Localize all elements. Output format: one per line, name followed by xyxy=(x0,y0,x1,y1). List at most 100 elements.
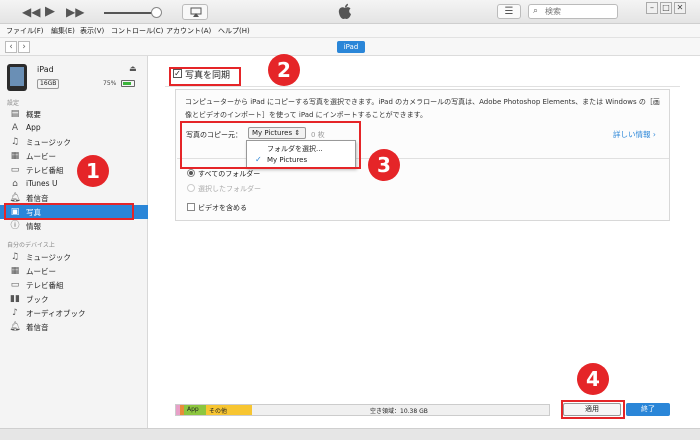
search-field[interactable]: ⌕ xyxy=(528,4,618,19)
audiobook-icon: ♪ xyxy=(12,308,18,318)
free-space-label: 空き領域：10.38 GB xyxy=(370,408,428,415)
back-button[interactable]: ‹ xyxy=(5,41,17,53)
chevron-right-icon: › xyxy=(22,42,26,52)
sidebar-item-device-ringtones[interactable]: 🔔︎ 着信音 xyxy=(0,320,148,334)
sidebar-item-label: オーディオブック xyxy=(26,309,86,318)
nav-bar: ‹ › iPad xyxy=(0,38,700,56)
selected-folders-radio[interactable] xyxy=(187,184,195,192)
menu-controls[interactable]: コントロール(C) xyxy=(111,26,163,36)
play-icon[interactable]: ▶ xyxy=(45,5,55,19)
search-icon: ⌕ xyxy=(533,6,539,16)
airplay-button[interactable] xyxy=(182,4,208,20)
my-device-section-label: 自分のデバイス上 xyxy=(7,242,55,249)
done-button[interactable]: 終了 xyxy=(626,403,670,416)
highlight-sync-photos xyxy=(169,67,241,86)
sidebar-item-label: ミュージック xyxy=(26,253,71,262)
tv-icon: ▭ xyxy=(10,280,20,290)
device-name: iPad xyxy=(37,65,54,74)
sidebar-item-label: 着信音 xyxy=(26,323,49,332)
sidebar-item-label: テレビ番組 xyxy=(26,281,64,290)
chevron-left-icon: ‹ xyxy=(9,42,13,52)
sync-photos-header: ✓ 写真を同期 xyxy=(165,63,680,87)
menu-help[interactable]: ヘルプ(H) xyxy=(218,26,250,36)
battery-percent: 75% xyxy=(103,80,117,87)
callout-3: 3 xyxy=(368,149,400,181)
sidebar-item-label: テレビ番組 xyxy=(26,166,64,175)
sidebar-item-app[interactable]: A App xyxy=(0,121,148,135)
sidebar-item-device-audiobooks[interactable]: ♪ オーディオブック xyxy=(0,306,148,320)
include-videos-checkbox[interactable] xyxy=(187,203,195,211)
menu-bar: ファイル(F) 編集(E) 表示(V) コントロール(C) アカウント(A) ヘ… xyxy=(0,24,700,38)
sidebar-item-tv[interactable]: ▭ テレビ番組 xyxy=(0,163,148,177)
capacity-badge: 16GB xyxy=(37,79,60,89)
photo-sync-description: コンピューターから iPad にコピーする写真を選択できます。iPad のカメラ… xyxy=(185,98,660,119)
sidebar-item-music[interactable]: ♫ ミュージック xyxy=(0,135,148,149)
all-folders-label[interactable]: すべてのフォルダー xyxy=(198,169,260,179)
volume-slider[interactable] xyxy=(104,12,158,14)
highlight-copy-from xyxy=(180,121,361,169)
info-icon: ⓘ xyxy=(10,221,20,231)
menu-edit[interactable]: 編集(E) xyxy=(51,26,75,36)
music-icon: ♫ xyxy=(10,137,20,147)
sidebar-item-device-music[interactable]: ♫ ミュージック xyxy=(0,250,148,264)
status-bar xyxy=(0,428,700,440)
all-folders-radio[interactable] xyxy=(187,169,195,177)
sidebar-item-label: 概要 xyxy=(26,110,41,119)
sidebar-item-label: ムービー xyxy=(26,267,56,276)
sidebar-item-device-tv[interactable]: ▭ テレビ番組 xyxy=(0,278,148,292)
storage-segment-other: その他 xyxy=(206,405,252,415)
storage-segment-other-label: その他 xyxy=(209,408,228,415)
details-link[interactable]: 詳しい情報 › xyxy=(613,129,656,140)
storage-segment-app-label: App xyxy=(187,406,199,413)
selected-folders-label[interactable]: 選択したフォルダー xyxy=(198,184,261,194)
book-icon: ▮▮ xyxy=(10,294,20,304)
highlight-apply xyxy=(561,400,625,419)
close-button[interactable]: ✕ xyxy=(674,2,686,14)
ringtone-icon: 🔔︎ xyxy=(9,322,21,332)
menu-account[interactable]: アカウント(A) xyxy=(166,26,211,36)
sidebar-item-device-books[interactable]: ▮▮ ブック xyxy=(0,292,148,306)
eject-icon[interactable]: ⏏ xyxy=(129,64,137,73)
settings-section-label: 設定 xyxy=(7,100,20,107)
menu-view[interactable]: 表示(V) xyxy=(80,26,104,36)
sidebar-item-label: ムービー xyxy=(26,152,56,161)
search-input[interactable] xyxy=(545,6,615,17)
music-icon: ♫ xyxy=(10,252,20,262)
list-icon: ☰ xyxy=(504,6,514,17)
callout-4: 4 xyxy=(577,363,609,395)
include-videos-label[interactable]: ビデオを含める xyxy=(198,203,247,213)
forward-button[interactable]: › xyxy=(18,41,30,53)
sidebar-item-movies[interactable]: ▦ ムービー xyxy=(0,149,148,163)
details-link-label: 詳しい情報 xyxy=(613,130,651,139)
sidebar-item-summary[interactable]: ▤ 概要 xyxy=(0,107,148,121)
sidebar-item-label: 情報 xyxy=(26,222,41,231)
sidebar-item-label: iTunes U xyxy=(26,179,58,188)
sidebar: iPad ⏏ 16GB 75% 設定 ▤ 概要 A App ♫ ミュージック ▦… xyxy=(0,56,148,428)
volume-knob[interactable] xyxy=(151,7,162,18)
storage-bar: App その他 空き領域：10.38 GB xyxy=(175,404,550,416)
callout-2: 2 xyxy=(268,54,300,86)
sidebar-item-info[interactable]: ⓘ 情報 xyxy=(0,219,148,233)
sidebar-item-label: ミュージック xyxy=(26,138,71,147)
rewind-icon[interactable]: ◀◀ xyxy=(22,5,40,19)
storage-segment-app: App xyxy=(184,405,206,415)
movie-icon: ▦ xyxy=(10,151,20,161)
list-view-button[interactable]: ☰ xyxy=(497,4,521,19)
sidebar-item-device-movies[interactable]: ▦ ムービー xyxy=(0,264,148,278)
fast-forward-icon[interactable]: ▶▶ xyxy=(66,5,84,19)
chevron-right-icon: › xyxy=(652,130,656,139)
airplay-icon xyxy=(190,7,202,17)
player-toolbar: ◀◀ ▶ ▶▶ ☰ ⌕ – □ ✕ xyxy=(0,0,700,24)
maximize-button[interactable]: □ xyxy=(660,2,672,14)
device-tab[interactable]: iPad xyxy=(337,41,365,53)
minimize-button[interactable]: – xyxy=(646,2,658,14)
menu-file[interactable]: ファイル(F) xyxy=(6,26,44,36)
ipad-device-icon xyxy=(7,64,27,91)
movie-icon: ▦ xyxy=(10,266,20,276)
battery-icon xyxy=(121,80,135,87)
highlight-photos xyxy=(4,203,134,220)
tv-icon: ▭ xyxy=(10,165,20,175)
sidebar-item-itunes-u[interactable]: ⌂ iTunes U xyxy=(0,177,148,191)
apple-logo-icon xyxy=(338,3,351,19)
sidebar-item-label: App xyxy=(26,123,41,132)
